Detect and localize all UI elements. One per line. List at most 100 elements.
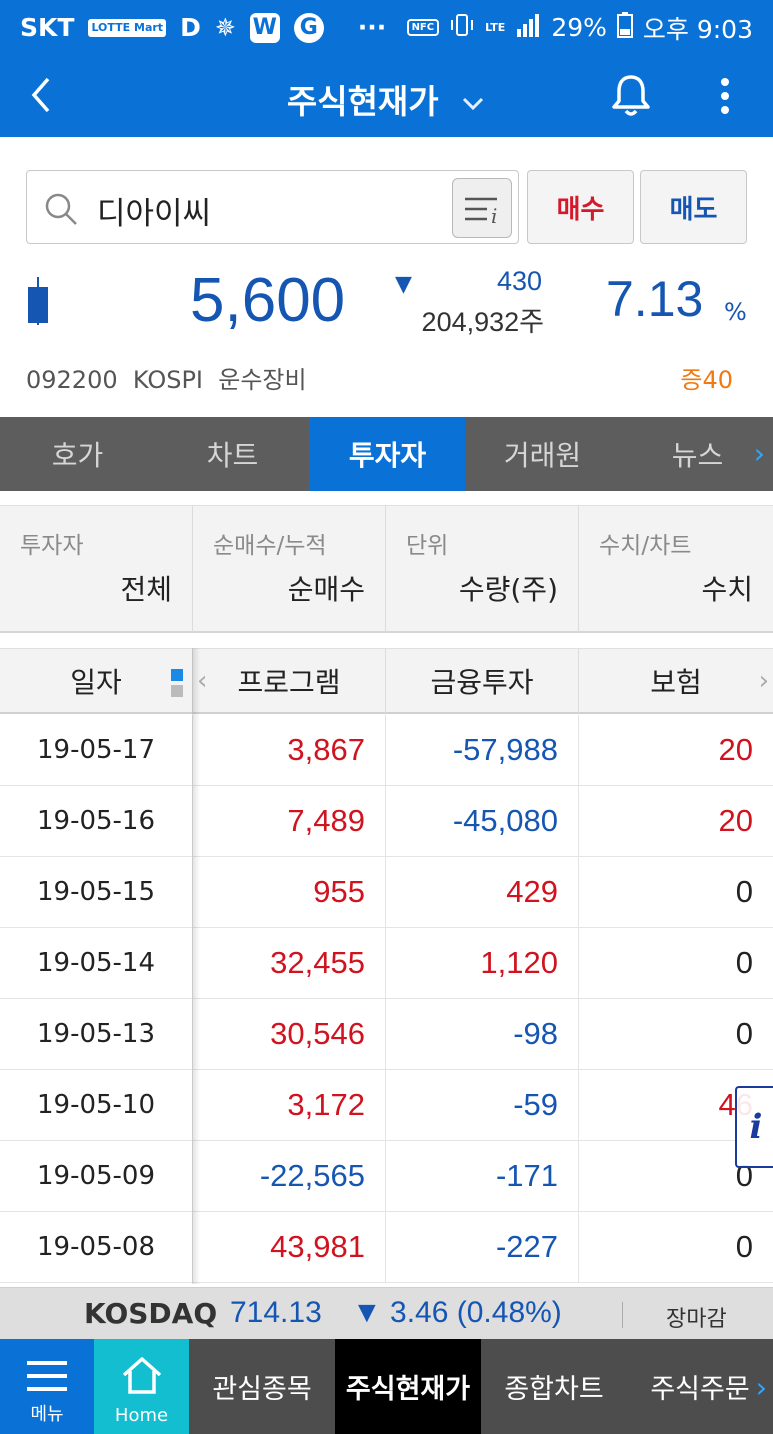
lte-icon: LTE <box>485 21 506 34</box>
stock-sector: 운수장비 <box>218 366 307 394</box>
buy-button[interactable]: 매수 <box>527 170 634 244</box>
cell-program: 3,172 <box>193 1070 386 1140</box>
table-row[interactable]: 19-05-15 955 429 0 <box>0 857 773 928</box>
screen-title-dropdown[interactable]: 주식현재가 <box>0 75 773 123</box>
down-arrow-icon: ▼ <box>395 272 412 297</box>
filter-value: 순매수 <box>287 573 365 606</box>
col-financial-investment[interactable]: 금융투자 <box>386 649 579 713</box>
filter-label: 단위 <box>406 533 449 559</box>
notification-button[interactable] <box>610 73 652 123</box>
nav-menu-label: 메뉴 <box>30 1404 64 1425</box>
table-row[interactable]: 19-05-09 -22,565 -171 0 <box>0 1141 773 1212</box>
nav-menu-button[interactable]: 메뉴 <box>0 1339 94 1434</box>
battery-percent: 29% <box>551 13 607 42</box>
cell-program: 3,867 <box>193 715 386 785</box>
filter-investor[interactable]: 투자자 전체 <box>0 506 193 632</box>
tab-news[interactable]: 뉴스 <box>620 417 773 491</box>
cell-date: 19-05-13 <box>0 999 193 1069</box>
pinwheel-icon: ✵ <box>214 13 236 42</box>
nav-watchlist[interactable]: 관심종목 <box>189 1339 335 1434</box>
cell-financial-investment: -59 <box>386 1070 579 1140</box>
app-d-icon: D <box>180 13 201 42</box>
change-percent: 7.13 <box>606 271 704 327</box>
signal-icon <box>515 13 541 43</box>
detail-tabs: 호가 차트 투자자 거래원 뉴스 › <box>0 417 773 491</box>
app-w-icon: W <box>249 12 280 43</box>
tabs-scroll-right-icon[interactable]: › <box>754 437 765 470</box>
stock-meta: 092200 KOSPI 운수장비 <box>26 360 307 395</box>
table-row[interactable]: 19-05-13 30,546 -98 0 <box>0 999 773 1070</box>
cell-insurance: 20 <box>718 803 753 838</box>
filter-unit[interactable]: 단위 수량(주) <box>386 506 579 632</box>
cell-program: -22,565 <box>193 1141 386 1211</box>
sell-button[interactable]: 매도 <box>640 170 747 244</box>
status-bar: SKT LOTTE Mart D ✵ W G ··· NFC LTE 29% 오… <box>0 0 773 55</box>
table-row[interactable]: 19-05-14 32,455 1,120 0 <box>0 928 773 999</box>
table-row[interactable]: 19-05-16 7,489 -45,080 20 <box>0 786 773 857</box>
more-options-button[interactable] <box>716 75 734 121</box>
filter-value: 수량(주) <box>458 573 558 606</box>
battery-icon <box>616 11 633 44</box>
cell-program: 32,455 <box>193 928 386 998</box>
title-bar: 주식현재가 <box>0 55 773 137</box>
col-insurance[interactable]: 보험 › <box>579 649 773 713</box>
ticker-market-name: KOSDAQ <box>84 1297 218 1330</box>
tab-hoga[interactable]: 호가 <box>0 417 155 491</box>
percent-unit: % <box>724 298 747 326</box>
scroll-right-icon[interactable]: › <box>759 666 769 696</box>
stock-code: 092200 <box>26 366 118 394</box>
more-notifications-icon: ··· <box>357 13 387 42</box>
list-info-icon: i <box>465 197 497 228</box>
carrier-label: SKT <box>20 13 75 42</box>
svg-text:i: i <box>491 204 497 228</box>
cell-date: 19-05-14 <box>0 928 193 998</box>
filter-label: 순매수/누적 <box>213 533 327 559</box>
current-price: 5,600 <box>190 266 346 335</box>
app-g-icon: G <box>293 12 324 43</box>
column-selector-icon <box>171 669 183 704</box>
market-ticker[interactable]: KOSDAQ 714.13 ▼ 3.46 (0.48%) 장마감 <box>0 1287 773 1339</box>
candlestick-icon <box>27 277 49 329</box>
bell-icon <box>612 75 650 116</box>
cell-financial-investment: -45,080 <box>386 786 579 856</box>
nav-overall-chart[interactable]: 종합차트 <box>481 1339 627 1434</box>
col-program[interactable]: ‹ 프로그램 <box>193 649 386 713</box>
tab-broker[interactable]: 거래원 <box>465 417 620 491</box>
nav-stock-order[interactable]: 주식주문 <box>627 1339 773 1434</box>
tab-chart[interactable]: 차트 <box>155 417 310 491</box>
stock-market: KOSPI <box>132 366 203 394</box>
cell-date: 19-05-10 <box>0 1070 193 1140</box>
vibrate-icon <box>449 12 475 44</box>
cell-date: 19-05-09 <box>0 1141 193 1211</box>
col-program-label: 프로그램 <box>237 666 341 699</box>
cell-date: 19-05-15 <box>0 857 193 927</box>
ticker-divider <box>622 1302 623 1328</box>
cell-date: 19-05-17 <box>0 715 193 785</box>
cell-financial-investment: -98 <box>386 999 579 1069</box>
filter-value: 수치 <box>701 573 753 606</box>
stock-info-filter-button[interactable]: i <box>452 178 512 238</box>
info-floating-button[interactable]: i <box>735 1086 773 1168</box>
nfc-icon: NFC <box>406 19 440 36</box>
chevron-down-icon <box>463 97 484 110</box>
table-row[interactable]: 19-05-103,172-5946 <box>0 1070 773 1141</box>
filter-value: 전체 <box>120 573 172 606</box>
tab-investor[interactable]: 투자자 <box>310 417 465 491</box>
filter-display[interactable]: 수치/차트 수치 <box>579 506 773 632</box>
cell-program: 43,981 <box>193 1212 386 1282</box>
cell-date: 19-05-08 <box>0 1212 193 1282</box>
filter-net-buy[interactable]: 순매수/누적 순매수 <box>193 506 386 632</box>
col-date[interactable]: 일자 <box>0 649 193 713</box>
price-change: 430 <box>496 266 542 296</box>
nav-current-price[interactable]: 주식현재가 <box>335 1339 481 1434</box>
stock-search-field[interactable]: 디아이씨 i <box>26 170 519 244</box>
cell-program: 30,546 <box>193 999 386 1069</box>
table-row[interactable]: 19-05-08 43,981 -227 0 <box>0 1212 773 1283</box>
stock-search-value: 디아이씨 <box>97 196 212 232</box>
nav-scroll-right-icon[interactable]: › <box>756 1371 767 1404</box>
table-row[interactable]: 19-05-17 3,867 -57,988 20 <box>0 715 773 786</box>
cell-insurance: 20 <box>718 732 753 767</box>
hamburger-icon <box>27 1361 67 1391</box>
nav-home-button[interactable]: Home <box>94 1339 189 1434</box>
cell-financial-investment: -171 <box>386 1141 579 1211</box>
